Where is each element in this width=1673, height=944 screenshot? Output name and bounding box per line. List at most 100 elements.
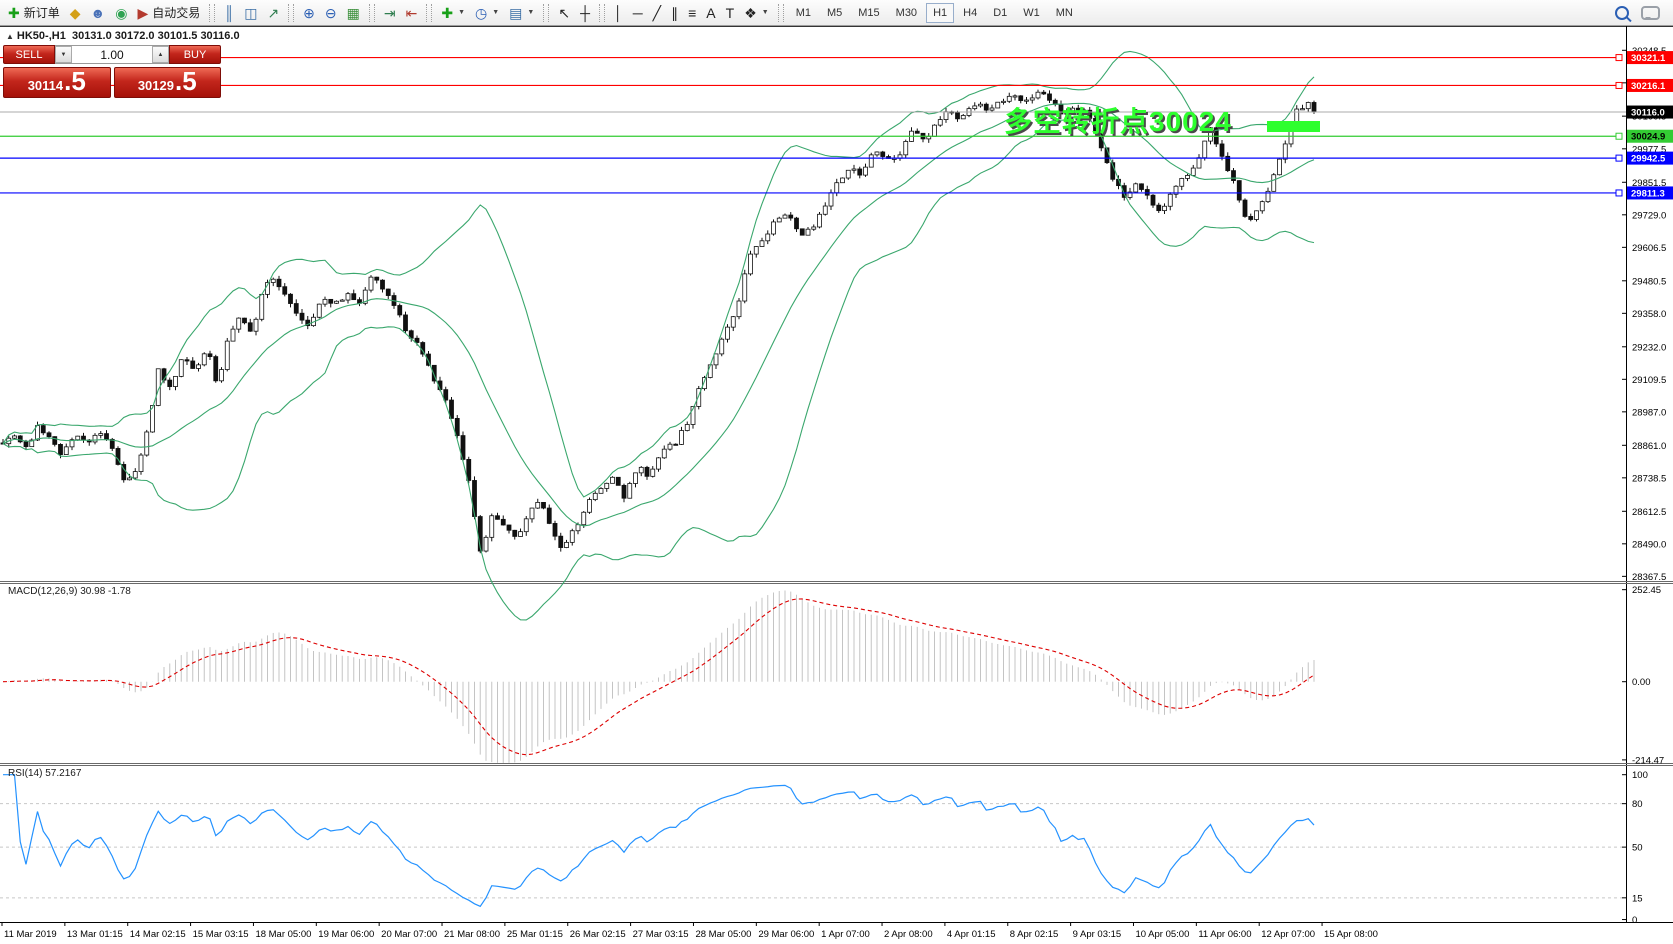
bar-chart-icon: ║ (224, 6, 234, 20)
zoom-out-icon[interactable]: ⊖ (320, 1, 342, 25)
community-icon[interactable]: ☻ (86, 1, 111, 25)
price-tick-label: 28367.5 (1632, 572, 1666, 583)
level-endpoint-marker[interactable] (1616, 82, 1622, 88)
timeframe-m5-button[interactable]: M5 (820, 3, 849, 23)
collapse-panel-icon[interactable]: ▲ (6, 32, 14, 41)
level-price-label-text: 30024.9 (1631, 132, 1665, 143)
add-indicator-button[interactable]: ✚▼ (436, 1, 470, 25)
toolbar-grip[interactable] (543, 4, 549, 22)
timeframe-mn-button[interactable]: MN (1049, 3, 1080, 23)
timeframe-m1-button[interactable]: M1 (789, 3, 818, 23)
buy-price: 30129 (138, 78, 174, 93)
sell-button[interactable]: SELL (3, 45, 55, 64)
dropdown-arrow-icon[interactable]: ▼ (458, 9, 465, 16)
price-tick-label: 28987.0 (1632, 407, 1666, 418)
level-endpoint-marker[interactable] (1616, 155, 1622, 161)
candlestick-chart-icon[interactable]: ◫ (239, 1, 262, 25)
mt4-terminal: ✚新订单◆☻◉▶自动交易║◫↗⊕⊖▦⇥⇤✚▼◷▼▤▼↖┼│─╱∥≡AT❖▼M1M… (0, 0, 1673, 944)
time-tick-label: 8 Apr 02:15 (1010, 929, 1059, 940)
zoom-in-icon[interactable]: ⊕ (298, 1, 320, 25)
bar-chart-icon[interactable]: ║ (219, 1, 239, 25)
horizontal-line-icon: ─ (633, 6, 643, 20)
timeframe-m15-button[interactable]: M15 (851, 3, 886, 23)
chart-annotation-text[interactable]: 多空转折点30024 (1004, 100, 1232, 140)
periods-icon: ◷ (475, 6, 487, 20)
level-endpoint-marker[interactable] (1616, 55, 1622, 61)
timeframe-h4-button[interactable]: H4 (956, 3, 984, 23)
periods-button[interactable]: ◷▼ (470, 1, 504, 25)
trendline-icon[interactable]: ╱ (648, 1, 666, 25)
community-icon: ☻ (91, 6, 106, 20)
level-price-label-text: 29811.3 (1631, 188, 1665, 199)
rsi-tick-label: 80 (1632, 799, 1643, 810)
candlesticks (1, 90, 1316, 554)
vertical-line-icon[interactable]: │ (609, 1, 628, 25)
ohlc-open: 30131.0 (72, 30, 112, 42)
autotrading-button[interactable]: ▶自动交易 (132, 1, 205, 25)
price-tick-label: 28738.5 (1632, 473, 1666, 484)
buy-price-button[interactable]: 30129.5 (114, 67, 222, 98)
cursor-icon[interactable]: ↖ (553, 1, 575, 25)
volume-input[interactable]: 1.00 (72, 46, 152, 63)
crosshair-icon[interactable]: ┼ (575, 1, 595, 25)
time-tick-label: 14 Mar 02:15 (130, 929, 186, 940)
arrows-icon[interactable]: ❖▼ (739, 1, 774, 25)
dropdown-arrow-icon[interactable]: ▼ (492, 9, 499, 16)
toolbar-grip[interactable] (778, 4, 784, 22)
new-order-button[interactable]: ✚新订单 (3, 1, 65, 25)
current-price-label-text: 30116.0 (1631, 108, 1665, 119)
zoom-out-icon: ⊖ (325, 6, 337, 20)
level-price-label-text: 29942.5 (1631, 154, 1666, 165)
rsi-tick-label: 15 (1632, 893, 1643, 904)
rsi-tick-label: 0 (1632, 915, 1637, 926)
search-icon[interactable] (1615, 6, 1629, 20)
equidistant-channel-icon[interactable]: ∥ (666, 1, 683, 25)
text-icon: A (706, 6, 715, 20)
signals-icon[interactable]: ◉ (110, 1, 132, 25)
template-button[interactable]: ▤▼ (504, 1, 539, 25)
buy-button[interactable]: BUY (169, 45, 221, 64)
dropdown-arrow-icon[interactable]: ▼ (762, 9, 769, 16)
label-icon[interactable]: T (721, 1, 740, 25)
symbol-timeframe: HK50-,H1 (17, 30, 66, 42)
text-icon[interactable]: A (701, 1, 720, 25)
tile-windows-icon[interactable]: ▦ (342, 1, 365, 25)
sell-price: 30114 (28, 78, 63, 93)
timeframe-m30-button[interactable]: M30 (889, 3, 924, 23)
chat-icon[interactable] (1641, 6, 1660, 20)
time-tick-label: 10 Apr 05:00 (1135, 929, 1189, 940)
time-tick-label: 29 Mar 06:00 (758, 929, 814, 940)
time-tick-label: 4 Apr 01:15 (947, 929, 996, 940)
timeframe-w1-button[interactable]: W1 (1016, 3, 1047, 23)
fibonacci-icon[interactable]: ≡ (683, 1, 701, 25)
toolbar-grip[interactable] (288, 4, 294, 22)
toolbar-grip[interactable] (209, 4, 215, 22)
volume-increase-button[interactable]: ▲ (152, 46, 169, 63)
level-endpoint-marker[interactable] (1616, 133, 1622, 139)
price-tick-label: 29109.5 (1632, 375, 1666, 386)
volume-decrease-button[interactable]: ▼ (55, 46, 72, 63)
rsi-label: RSI(14) 57.2167 (8, 768, 81, 779)
annotation-highlight-bar[interactable] (1267, 121, 1320, 132)
toolbar-grip[interactable] (599, 4, 605, 22)
timeframe-h1-button[interactable]: H1 (926, 3, 954, 23)
chart-canvas[interactable]: 30348.530226.030100.529977.529851.529729… (0, 26, 1673, 944)
horizontal-line-icon[interactable]: ─ (628, 1, 648, 25)
level-endpoint-marker[interactable] (1616, 190, 1622, 196)
timeframe-d1-button[interactable]: D1 (986, 3, 1014, 23)
ohlc-header: ▲HK50-,H1 30131.0 30172.0 30101.5 30116.… (6, 30, 240, 42)
macd-tick-label: 0.00 (1632, 677, 1651, 688)
arrows-icon: ❖ (744, 6, 757, 20)
gold-icon[interactable]: ◆ (65, 1, 86, 25)
chart-shift-icon[interactable]: ⇤ (401, 1, 423, 25)
dropdown-arrow-icon[interactable]: ▼ (527, 9, 534, 16)
toolbar-grip[interactable] (369, 4, 375, 22)
volume-spinner: ▼ 1.00 ▲ (55, 45, 169, 64)
level-price-label-text: 30216.1 (1631, 81, 1666, 92)
line-chart-icon[interactable]: ↗ (262, 1, 284, 25)
time-tick-label: 12 Apr 07:00 (1261, 929, 1315, 940)
auto-scroll-icon[interactable]: ⇥ (379, 1, 401, 25)
sell-price-button[interactable]: 30114.5 (3, 67, 111, 98)
time-tick-label: 19 Mar 06:00 (318, 929, 374, 940)
toolbar-grip[interactable] (426, 4, 432, 22)
